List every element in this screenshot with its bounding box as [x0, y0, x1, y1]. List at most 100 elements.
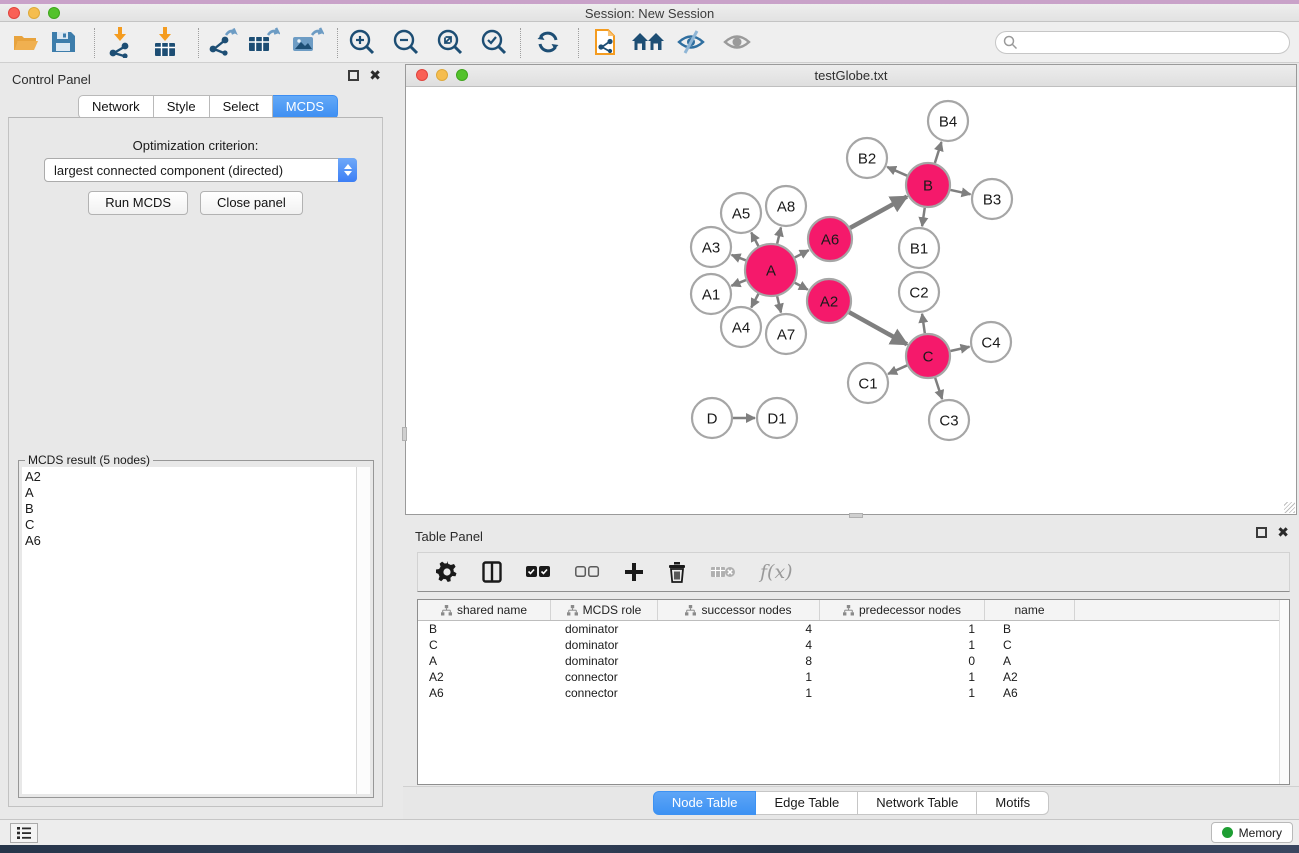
- edge-A-A8[interactable]: [777, 227, 781, 243]
- open-folder-icon[interactable]: [12, 30, 40, 54]
- result-item[interactable]: A6: [25, 533, 356, 549]
- close-table-panel-icon[interactable]: ✖: [1277, 527, 1289, 538]
- table-row[interactable]: Adominator80A: [418, 653, 1289, 669]
- import-table-icon[interactable]: [150, 26, 180, 58]
- show-graphics-details-icon[interactable]: [722, 29, 752, 55]
- edge-C-C3[interactable]: [935, 378, 942, 399]
- tab-network-table[interactable]: Network Table: [858, 791, 977, 815]
- export-table-icon[interactable]: [246, 27, 280, 57]
- edge-A-A5[interactable]: [751, 232, 758, 246]
- table-cell[interactable]: 4: [658, 621, 820, 637]
- search-input[interactable]: [995, 31, 1290, 54]
- tab-node-table[interactable]: Node Table: [653, 791, 757, 815]
- table-cell[interactable]: 1: [820, 669, 985, 685]
- edge-C-C1[interactable]: [888, 365, 907, 374]
- edge-A6-B[interactable]: [850, 197, 907, 228]
- network-file-icon[interactable]: [592, 25, 622, 59]
- tab-select[interactable]: Select: [210, 95, 273, 119]
- export-network-icon[interactable]: [206, 27, 238, 57]
- table-cell[interactable]: A2: [418, 669, 551, 685]
- table-row[interactable]: A6connector11A6: [418, 685, 1289, 701]
- table-cell[interactable]: A: [985, 653, 1075, 669]
- task-history-button[interactable]: [10, 823, 38, 843]
- mcds-result-list[interactable]: A2ABCA6: [22, 467, 356, 794]
- result-item[interactable]: A: [25, 485, 356, 501]
- result-item[interactable]: C: [25, 517, 356, 533]
- table-cell[interactable]: 4: [658, 637, 820, 653]
- table-cell[interactable]: 1: [658, 669, 820, 685]
- run-mcds-button[interactable]: Run MCDS: [88, 191, 188, 215]
- zoom-selected-icon[interactable]: [480, 28, 508, 56]
- close-panel-button[interactable]: Close panel: [200, 191, 303, 215]
- edge-A-A2[interactable]: [795, 283, 808, 290]
- edge-B-B2[interactable]: [887, 167, 907, 176]
- tab-motifs[interactable]: Motifs: [977, 791, 1049, 815]
- tab-mcds[interactable]: MCDS: [273, 95, 338, 119]
- table-cell[interactable]: A2: [985, 669, 1075, 685]
- table-cell[interactable]: C: [985, 637, 1075, 653]
- home-layout-icon[interactable]: [630, 29, 666, 55]
- table-cell[interactable]: 8: [658, 653, 820, 669]
- table-scrollbar[interactable]: [1279, 600, 1289, 784]
- close-panel-icon[interactable]: ✖: [369, 70, 381, 81]
- import-network-icon[interactable]: [106, 26, 134, 58]
- edge-C-C4[interactable]: [950, 347, 969, 351]
- column-header-successor-nodes[interactable]: successor nodes: [658, 600, 820, 620]
- result-scrollbar[interactable]: [356, 467, 370, 794]
- add-column-icon[interactable]: [624, 562, 644, 582]
- hide-graphics-details-icon[interactable]: [676, 29, 706, 55]
- edge-B-B4[interactable]: [935, 142, 942, 163]
- table-cell[interactable]: B: [985, 621, 1075, 637]
- result-item[interactable]: A2: [25, 469, 356, 485]
- table-cell[interactable]: 1: [820, 685, 985, 701]
- network-window-titlebar[interactable]: testGlobe.txt: [406, 65, 1296, 87]
- edge-B-B1[interactable]: [922, 208, 925, 226]
- edge-A-A7[interactable]: [777, 296, 781, 312]
- delete-table-icon[interactable]: [710, 564, 736, 580]
- float-panel-icon[interactable]: [348, 70, 359, 81]
- window-resize-grip[interactable]: [1284, 502, 1295, 513]
- result-item[interactable]: B: [25, 501, 356, 517]
- split-columns-icon[interactable]: [482, 561, 502, 583]
- table-cell[interactable]: dominator: [551, 637, 658, 653]
- tab-edge-table[interactable]: Edge Table: [756, 791, 858, 815]
- column-header-name[interactable]: name: [985, 600, 1075, 620]
- network-graph[interactable]: AA1A3A5A8A4A7A6A2BB2B4B3B1CC2C4C1C3DD1: [406, 87, 1296, 515]
- save-icon[interactable]: [50, 30, 76, 54]
- optimization-criterion-dropdown[interactable]: largest connected component (directed): [44, 158, 357, 182]
- column-header-shared-name[interactable]: shared name: [418, 600, 551, 620]
- delete-column-icon[interactable]: [668, 561, 686, 583]
- gear-icon[interactable]: [436, 561, 458, 583]
- zoom-in-icon[interactable]: [348, 28, 376, 56]
- edge-B-B3[interactable]: [950, 190, 970, 194]
- function-builder-icon[interactable]: f(x): [760, 561, 793, 583]
- table-cell[interactable]: C: [418, 637, 551, 653]
- zoom-out-icon[interactable]: [392, 28, 420, 56]
- edge-A-A1[interactable]: [731, 280, 746, 286]
- column-header-predecessor-nodes[interactable]: predecessor nodes: [820, 600, 985, 620]
- divider-grip-left[interactable]: [402, 427, 407, 441]
- refresh-network-icon[interactable]: [534, 28, 562, 56]
- table-cell[interactable]: connector: [551, 669, 658, 685]
- table-cell[interactable]: 0: [820, 653, 985, 669]
- table-cell[interactable]: connector: [551, 685, 658, 701]
- table-cell[interactable]: A6: [985, 685, 1075, 701]
- edge-A2-C[interactable]: [849, 312, 907, 344]
- tab-style[interactable]: Style: [154, 95, 210, 119]
- select-all-check-icon[interactable]: [526, 566, 551, 579]
- table-cell[interactable]: B: [418, 621, 551, 637]
- table-row[interactable]: Bdominator41B: [418, 621, 1289, 637]
- table-cell[interactable]: A: [418, 653, 551, 669]
- table-cell[interactable]: 1: [820, 637, 985, 653]
- float-table-panel-icon[interactable]: [1256, 527, 1267, 538]
- deselect-all-icon[interactable]: [575, 566, 600, 579]
- table-cell[interactable]: A6: [418, 685, 551, 701]
- table-cell[interactable]: 1: [820, 621, 985, 637]
- tab-network[interactable]: Network: [78, 95, 154, 119]
- memory-button[interactable]: Memory: [1211, 822, 1293, 843]
- edge-A-A4[interactable]: [751, 294, 758, 308]
- table-cell[interactable]: 1: [658, 685, 820, 701]
- export-image-icon[interactable]: [290, 27, 324, 57]
- table-row[interactable]: A2connector11A2: [418, 669, 1289, 685]
- edge-A-A3[interactable]: [732, 255, 746, 260]
